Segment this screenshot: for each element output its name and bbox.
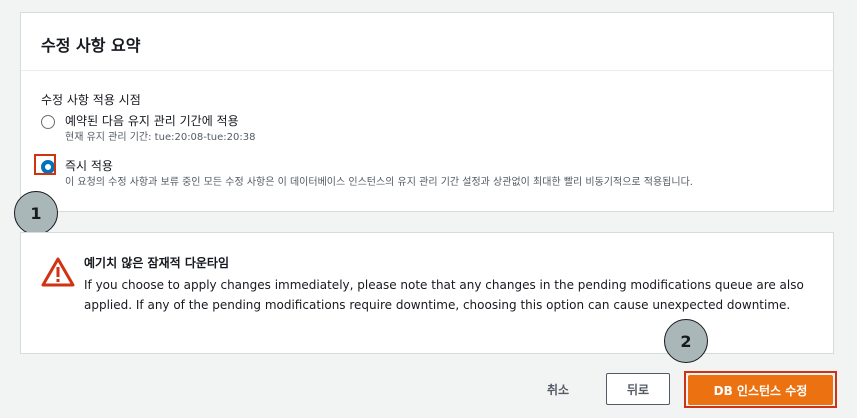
radio-option-scheduled-text: 예약된 다음 유지 관리 기간에 적용 현재 유지 관리 기간: tue:20:…	[65, 113, 256, 145]
cancel-button[interactable]: 취소	[530, 373, 586, 405]
radio-desc-scheduled: 현재 유지 관리 기간: tue:20:08-tue:20:38	[65, 132, 256, 143]
modify-db-instance-button[interactable]: DB 인스턴스 수정	[688, 375, 833, 405]
apply-timing-label: 수정 사항 적용 시점	[41, 93, 141, 107]
callout-2: 2	[664, 319, 708, 363]
radio-option-scheduled[interactable]: 예약된 다음 유지 관리 기간에 적용 현재 유지 관리 기간: tue:20:…	[41, 113, 256, 145]
downtime-warning-alert: 예기치 않은 잠재적 다운타임 If you choose to apply c…	[20, 232, 834, 354]
back-button[interactable]: 뒤로	[606, 373, 670, 405]
radio-scheduled[interactable]	[41, 115, 55, 129]
radio-title-scheduled: 예약된 다음 유지 관리 기간에 적용	[65, 114, 239, 128]
alert-body: If you choose to apply changes immediate…	[84, 278, 804, 312]
alert-title: 예기치 않은 잠재적 다운타임	[84, 256, 230, 270]
radio-option-immediate[interactable]: 즉시 적용 이 요청의 수정 사항과 보류 중인 모든 수정 사항은 이 데이터…	[41, 158, 693, 190]
highlight-box-immediate	[34, 154, 56, 175]
radio-title-immediate: 즉시 적용	[65, 159, 113, 173]
modification-summary-panel: 수정 사항 요약 수정 사항 적용 시점 예약된 다음 유지 관리 기간에 적용…	[20, 12, 834, 212]
warning-triangle-icon	[41, 257, 75, 287]
panel-title: 수정 사항 요약	[21, 13, 833, 71]
radio-option-immediate-text: 즉시 적용 이 요청의 수정 사항과 보류 중인 모든 수정 사항은 이 데이터…	[65, 158, 693, 190]
callout-1: 1	[14, 191, 58, 235]
radio-desc-immediate: 이 요청의 수정 사항과 보류 중인 모든 수정 사항은 이 데이터베이스 인스…	[65, 177, 693, 188]
